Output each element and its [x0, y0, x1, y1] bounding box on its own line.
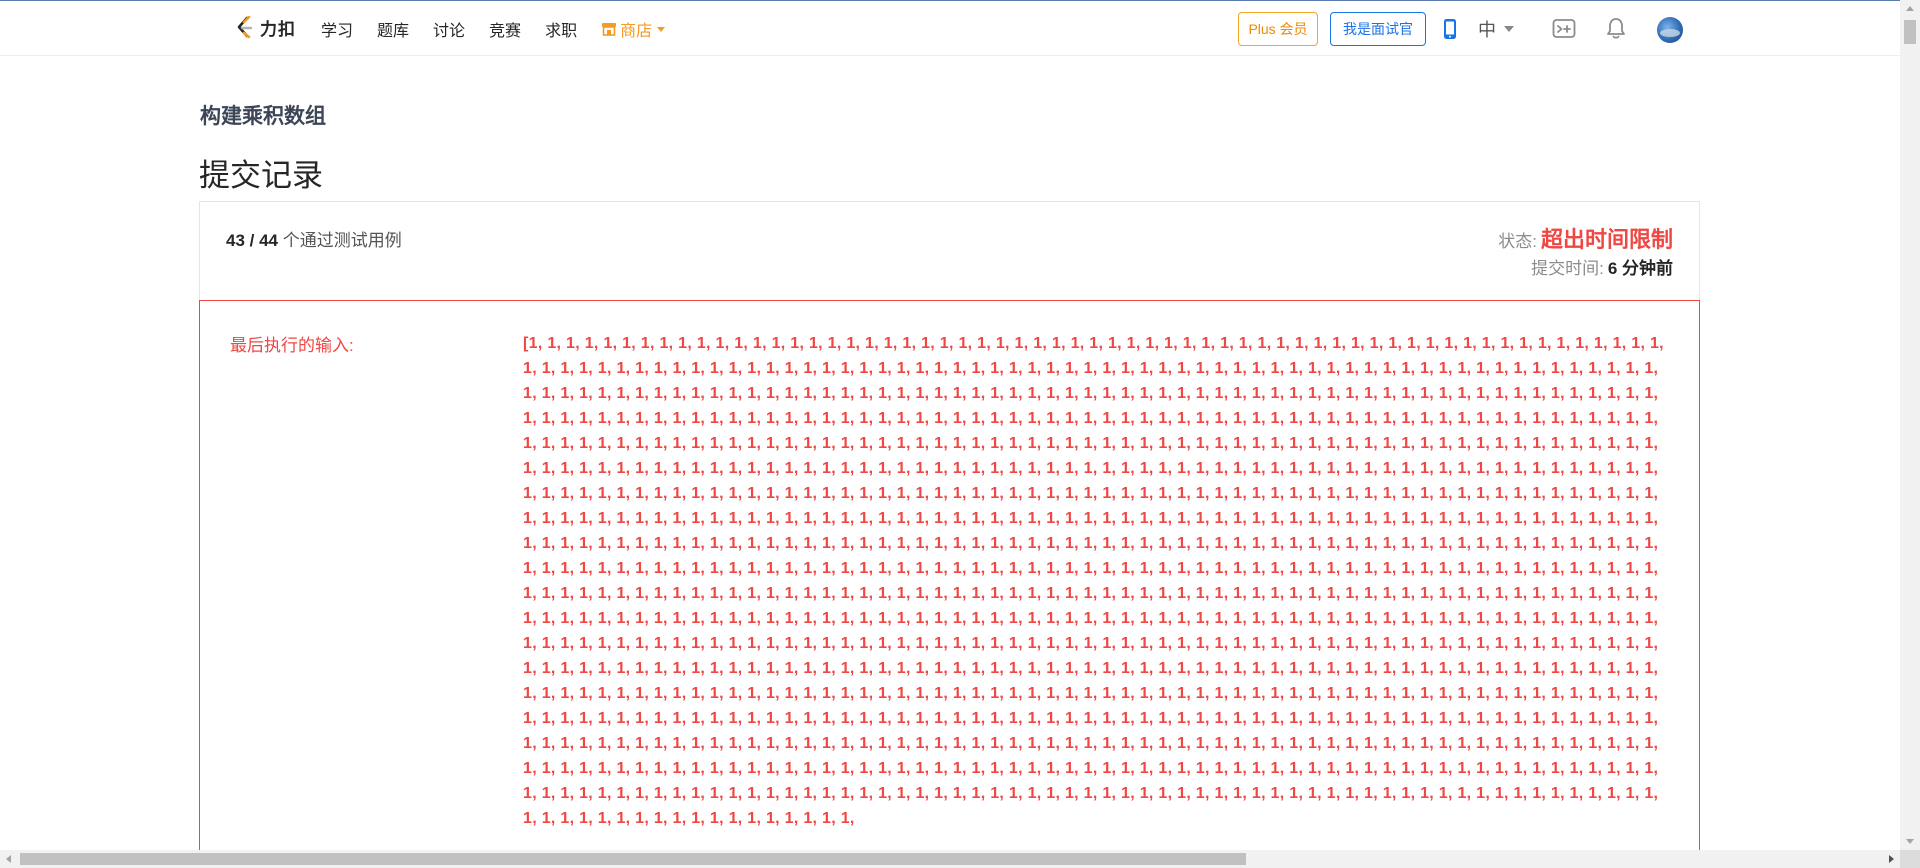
- last-input-label: 最后执行的输入:: [230, 336, 354, 355]
- plus-membership-button[interactable]: Plus 会员: [1238, 12, 1318, 46]
- main-nav: 学习 题库 讨论 竞赛 求职 商店: [321, 1, 666, 57]
- scrollbar-corner: [1900, 850, 1920, 868]
- chevron-down-icon: [657, 26, 666, 32]
- pass-count-suffix: 个通过测试用例: [282, 231, 402, 250]
- phone-icon[interactable]: [1443, 18, 1457, 40]
- nav-store-label: 商店: [620, 23, 653, 40]
- scroll-up-icon[interactable]: [1906, 6, 1914, 11]
- nav-problemset[interactable]: 题库: [377, 17, 409, 41]
- horizontal-scrollbar[interactable]: [0, 850, 1900, 868]
- nav-discuss[interactable]: 讨论: [433, 17, 465, 41]
- status-line: 状态: 超出时间限制: [1498, 222, 1673, 254]
- status-label: 状态:: [1498, 232, 1537, 251]
- vertical-scrollbar[interactable]: [1900, 0, 1920, 850]
- vertical-scroll-thumb[interactable]: [1904, 20, 1916, 44]
- scroll-down-icon[interactable]: [1906, 839, 1914, 844]
- console-icon[interactable]: [1552, 18, 1576, 40]
- page-title: 提交记录: [199, 158, 323, 193]
- status-badge: 超出时间限制: [1540, 227, 1673, 252]
- nav-jobs[interactable]: 求职: [545, 17, 577, 41]
- language-label: 中: [1478, 20, 1496, 40]
- logo[interactable]: 力扣: [234, 15, 296, 40]
- bell-icon[interactable]: [1605, 16, 1627, 40]
- nav-learn[interactable]: 学习: [321, 17, 353, 41]
- pass-count-value: 43 / 44: [226, 231, 278, 250]
- interviewer-button[interactable]: 我是面试官: [1330, 12, 1426, 46]
- problem-title[interactable]: 构建乘积数组: [200, 100, 326, 130]
- last-input-value: [1, 1, 1, 1, 1, 1, 1, 1, 1, 1, 1, 1, 1, …: [523, 335, 1664, 827]
- language-switcher[interactable]: 中: [1478, 16, 1514, 42]
- avatar[interactable]: [1657, 17, 1683, 43]
- store-icon: [602, 23, 617, 36]
- pass-count: 43 / 44 个通过测试用例: [226, 226, 402, 251]
- submit-time-line: 提交时间: 6 分钟前: [1531, 254, 1673, 279]
- submit-time-label: 提交时间:: [1531, 259, 1604, 278]
- horizontal-scroll-thumb[interactable]: [20, 853, 1246, 865]
- logo-icon: [237, 15, 253, 38]
- scroll-left-icon[interactable]: [6, 855, 11, 863]
- top-navbar: 力扣 学习 题库 讨论 竞赛 求职 商店 Plus 会员 我是面试官 中: [0, 0, 1900, 56]
- chevron-down-icon: [1504, 26, 1514, 32]
- submission-summary: 43 / 44 个通过测试用例 状态: 超出时间限制 提交时间: 6 分钟前: [199, 201, 1700, 300]
- logo-text: 力扣: [260, 20, 296, 39]
- scroll-right-icon[interactable]: [1889, 855, 1894, 863]
- nav-store[interactable]: 商店: [601, 17, 666, 41]
- submit-time-value: 6 分钟前: [1607, 259, 1673, 278]
- nav-contest[interactable]: 竞赛: [489, 17, 521, 41]
- last-input-panel: 最后执行的输入: [1, 1, 1, 1, 1, 1, 1, 1, 1, 1, …: [199, 300, 1700, 860]
